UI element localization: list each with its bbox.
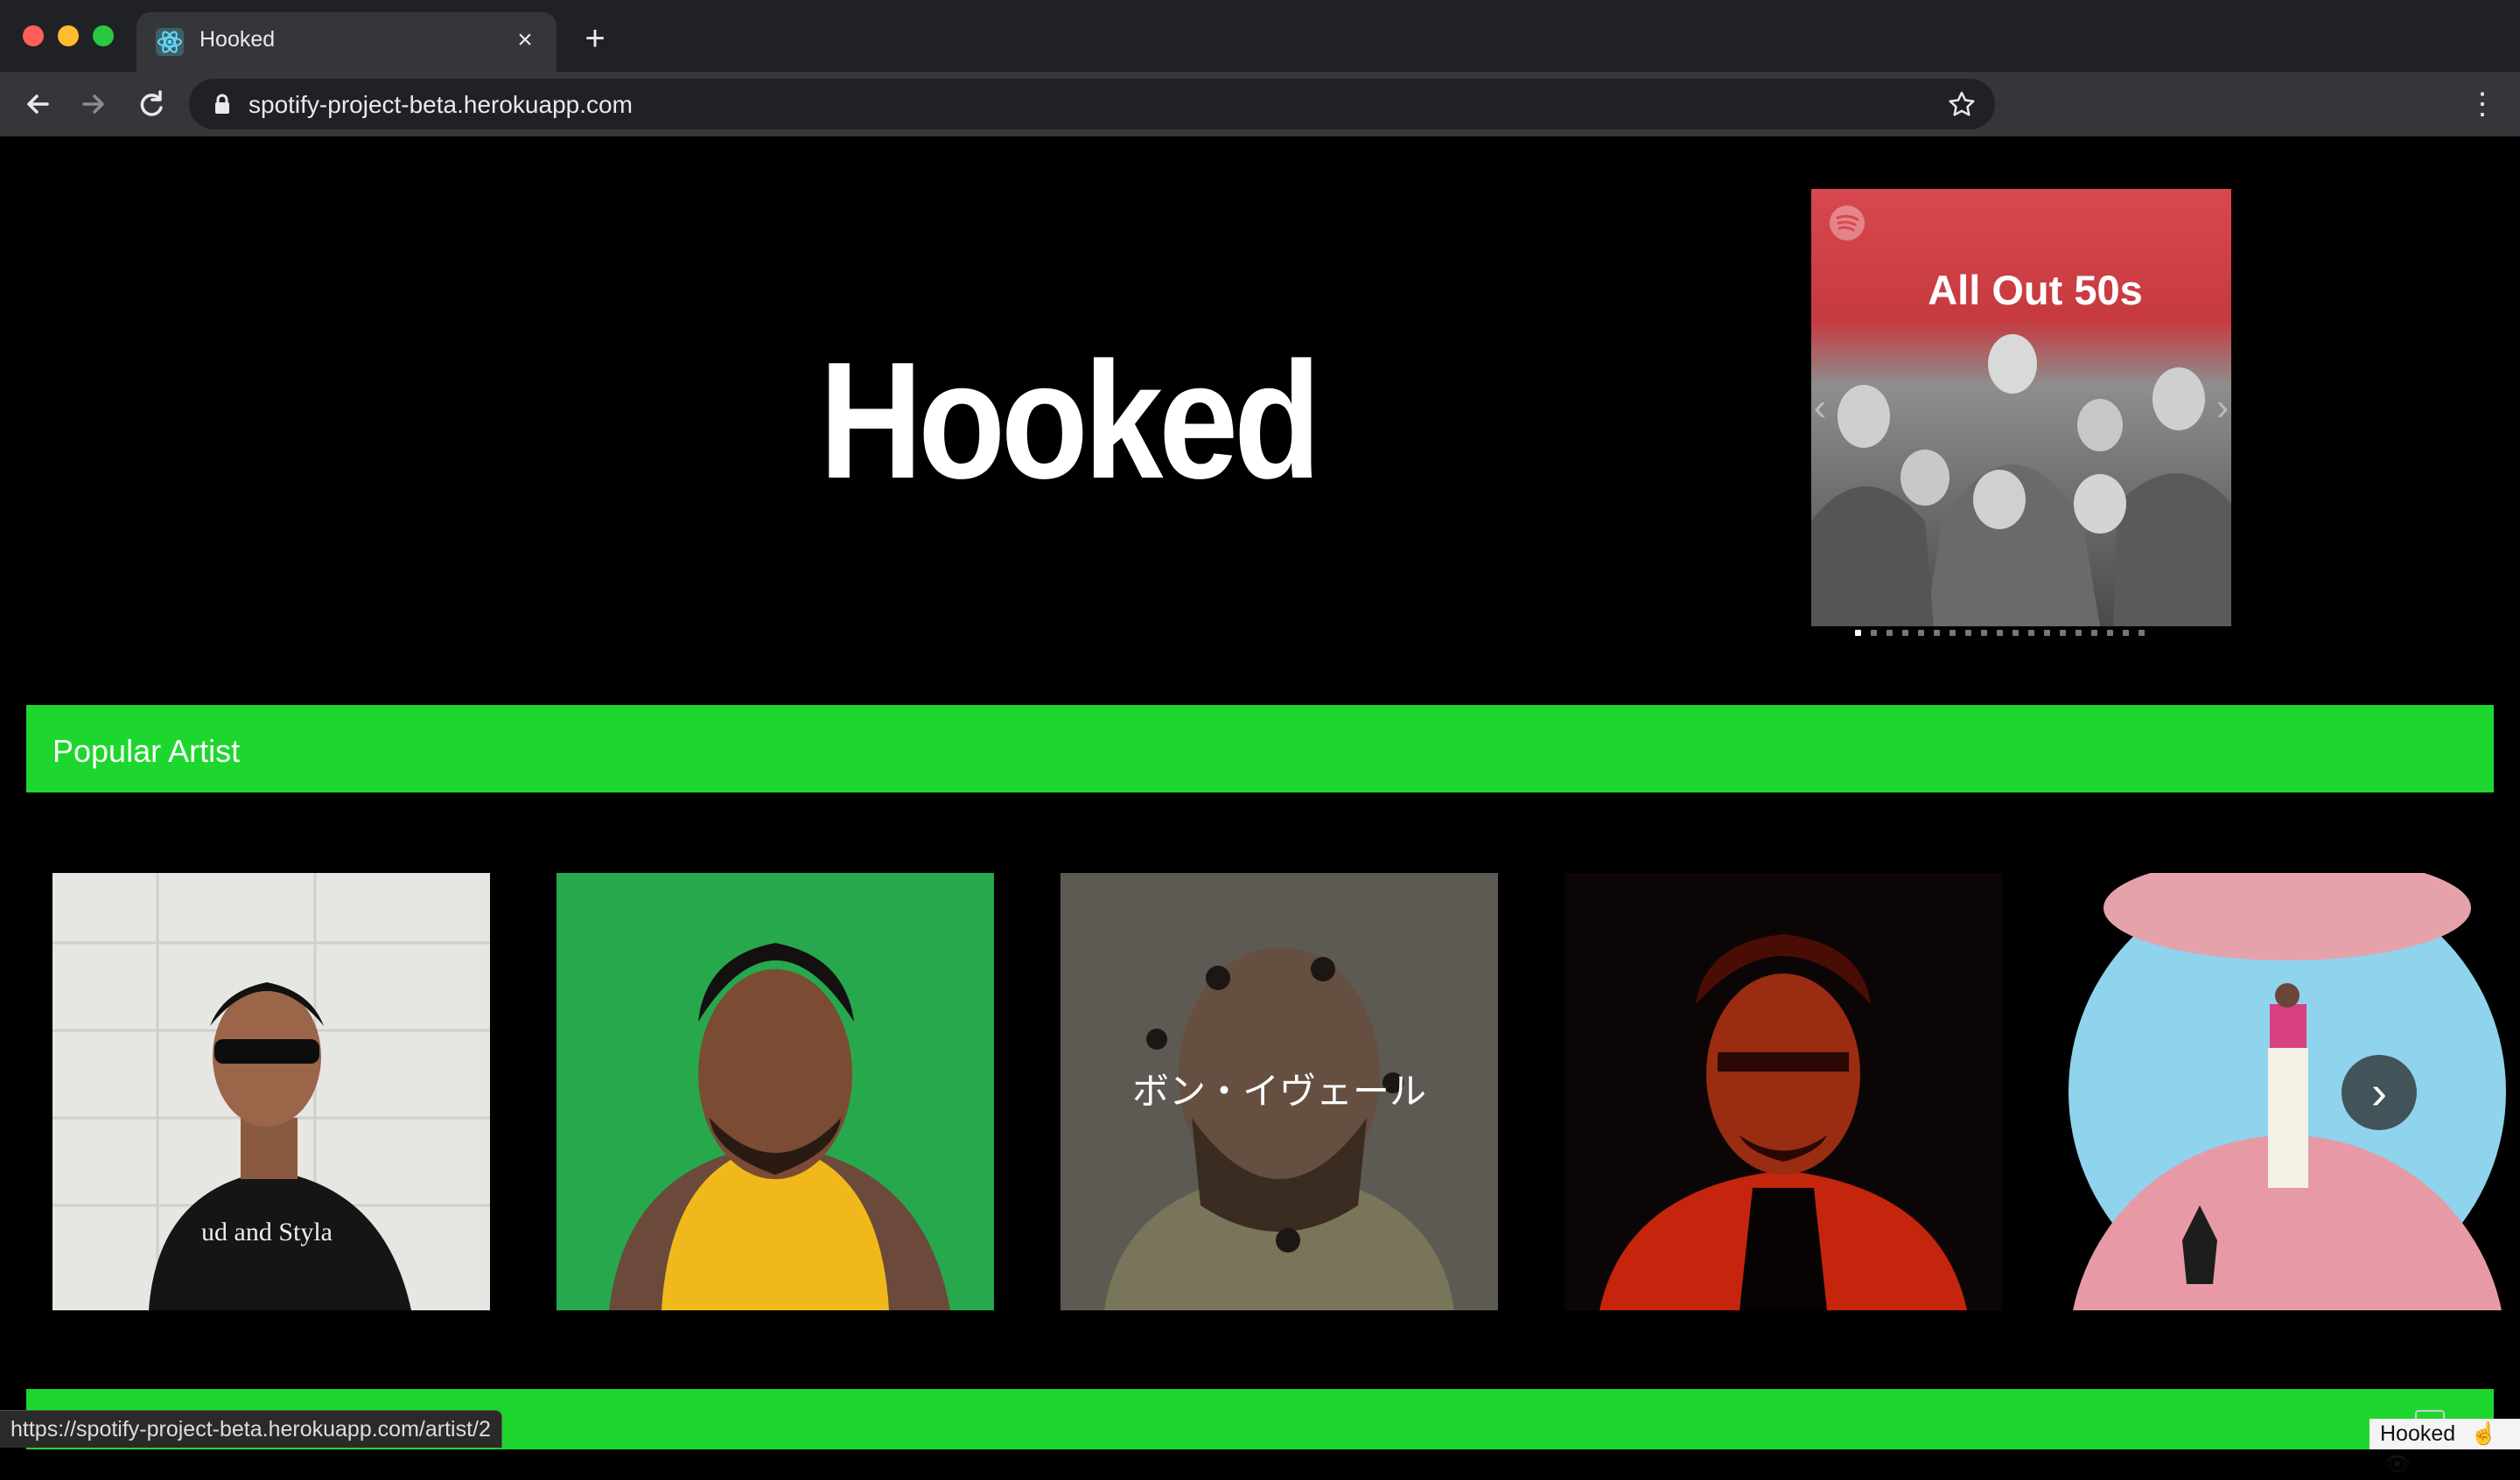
artist-photo-1: ud and Styla [52,873,490,1310]
bookmark-star-icon[interactable] [1946,88,1978,120]
artist-name-overlay: ボン・イヴェール [1060,873,1498,1310]
svg-text:ud and Styla: ud and Styla [201,1218,332,1246]
artist-row: ud and Styla ボン・イヴェール › [52,873,2520,1310]
carousel-dot[interactable] [1855,630,1861,636]
browser-tabstrip: Hooked × + [0,0,2520,72]
back-icon[interactable] [18,84,58,124]
carousel-dot[interactable] [1997,630,2003,636]
popular-artist-header: Popular Artist [26,705,2494,792]
browser-menu-icon[interactable]: ⋮ [2466,87,2499,121]
close-window-button[interactable] [23,25,44,46]
new-tab-icon[interactable]: + [578,21,612,56]
playlist-carousel[interactable]: All Out 50s ‹ › [1811,189,2231,636]
browser-toolbar: spotify-project-beta.herokuapp.com ⋮ [0,72,2520,137]
artist-card[interactable] [1564,873,2002,1310]
hand-icon: ☝ [2470,1421,2498,1446]
react-icon [156,28,184,56]
section-title: Popular Artist [52,733,241,769]
artist-row-next-button[interactable]: › [2342,1055,2417,1130]
carousel-dot[interactable] [1950,630,1956,636]
extension-status: Hooked ☝ 👁 [2370,1419,2520,1477]
address-bar[interactable]: spotify-project-beta.herokuapp.com [189,79,1995,129]
close-tab-icon[interactable]: × [509,24,541,56]
artist-card[interactable] [2068,873,2506,1310]
carousel-dot[interactable] [1965,630,1971,636]
carousel-dot[interactable] [1981,630,1987,636]
carousel-dot[interactable] [2044,630,2050,636]
lock-icon[interactable] [210,92,234,116]
cover-photo [1811,334,2231,626]
artist-card[interactable]: ud and Styla [52,873,490,1310]
browser-tab-hooked[interactable]: Hooked × [136,12,556,72]
forward-icon[interactable] [74,84,114,124]
link-preview-status: https://spotify-project-beta.herokuapp.c… [0,1410,502,1448]
carousel-dot[interactable] [2028,630,2034,636]
playlist-cover[interactable]: All Out 50s [1811,189,2231,626]
carousel-dot[interactable] [2107,630,2113,636]
artist-photo-5 [2068,873,2506,1310]
carousel-dot[interactable] [1871,630,1877,636]
carousel-dot[interactable] [2076,630,2082,636]
minimize-window-button[interactable] [58,25,79,46]
eye-icon: 👁 [2384,1452,2412,1477]
reload-icon[interactable] [131,84,172,124]
url-text: spotify-project-beta.herokuapp.com [248,91,633,118]
carousel-next-icon[interactable]: › [2205,388,2240,427]
carousel-dot[interactable] [1902,630,1908,636]
carousel-dot[interactable] [1918,630,1924,636]
carousel-dot[interactable] [2012,630,2019,636]
artist-photo-2 [556,873,994,1310]
extension-label: Hooked [2380,1421,2456,1446]
carousel-dot[interactable] [1934,630,1940,636]
carousel-dot[interactable] [2138,630,2145,636]
carousel-dot[interactable] [1886,630,1893,636]
artist-card[interactable]: ボン・イヴェール [1060,873,1498,1310]
carousel-dot[interactable] [2091,630,2097,636]
carousel-dot[interactable] [2060,630,2066,636]
site-title: Hooked [819,328,1320,513]
artist-card[interactable] [556,873,994,1310]
page-content: Hooked All Out 50s ‹ › Popular Artist ud… [0,136,2520,1449]
carousel-dots [1855,630,2205,639]
tab-title: Hooked [200,27,276,52]
carousel-dot[interactable] [2123,630,2129,636]
carousel-prev-icon[interactable]: ‹ [1802,388,1838,427]
maximize-window-button[interactable] [93,25,114,46]
artist-photo-4 [1564,873,2002,1310]
